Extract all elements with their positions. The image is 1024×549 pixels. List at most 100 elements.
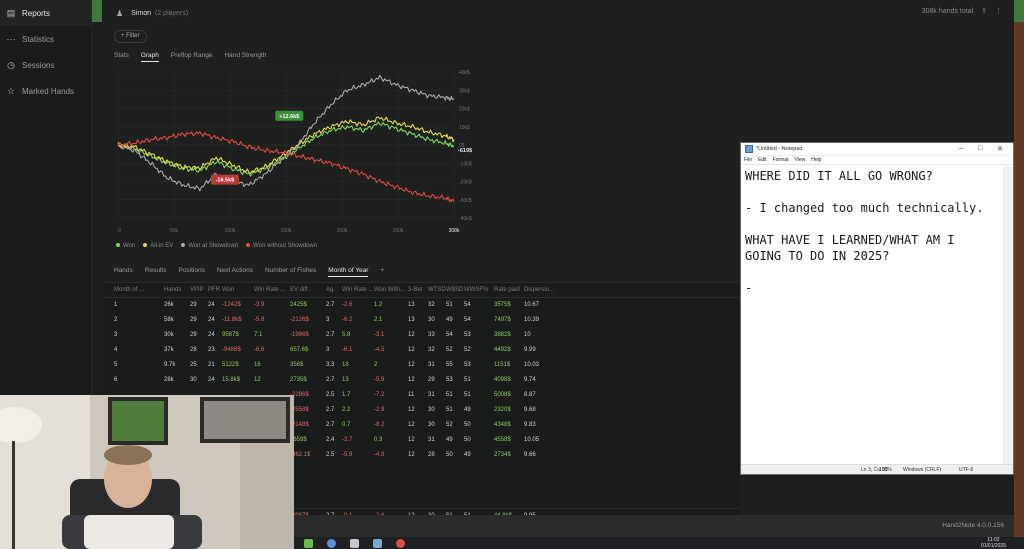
table-cell: 12 [408,377,415,383]
table-cell: 2.7 [326,332,335,338]
tab-stats[interactable]: Stats [114,52,129,62]
tab-hands[interactable]: Hands [114,267,133,277]
reports-icon: ▤ [6,8,16,18]
column-header[interactable]: Win Rate ... [254,283,285,298]
chart-legend: Won All-in EV Won at Showdown Won withou… [116,243,317,249]
notepad-scrollbar[interactable] [1003,166,1013,464]
tab-next-actions[interactable]: Next Actions [217,267,253,277]
table-cell: -3.9 [254,302,265,308]
table-cell: 12 [254,377,261,383]
player-name[interactable]: Simon [131,10,151,17]
table-cell: 24 [208,377,215,383]
table-cell: 29 [190,332,197,338]
table-cell: 9.7k [164,362,176,368]
column-header[interactable]: Rate paid [494,283,520,298]
column-header[interactable]: WTSD [428,283,446,298]
table-row[interactable]: 6 28k 30 24 15.8k$ 12 2735$ 2.7 13 -5.9 12 29 53 51 40… [104,373,740,388]
table-cell: 53 [464,362,471,368]
sidebar-item-label: Sessions [22,60,55,70]
sidebar-item-reports[interactable]: ▤ Reports [0,0,91,26]
tab-graph[interactable]: Graph [140,52,159,62]
column-header[interactable]: VPIP [190,283,204,298]
minimize-icon[interactable]: – [959,145,963,152]
table-cell: -9488$ [222,347,241,353]
tab-results[interactable]: Results [145,267,167,277]
column-header[interactable]: Won [222,283,234,298]
legend-swatch [116,243,120,248]
table-cell: -5.8 [254,317,265,323]
app-icon-browser[interactable] [327,539,336,548]
column-header[interactable]: Win Rate ... [342,283,373,298]
close-icon[interactable]: ✕ [997,145,1003,153]
table-row[interactable]: 4 37k 28 23 -9488$ -6.6 657.6$ 3 -6.1 -4.5 12 32 52 5… [104,343,740,358]
table-cell: 52 [464,347,471,353]
table-cell: 58k [164,317,174,323]
export-icon[interactable]: ⇪ [981,7,987,15]
column-header[interactable]: W$SD [446,283,463,298]
app-icon-hand2note[interactable] [304,539,313,548]
app-icon-chart[interactable] [350,539,359,548]
tab-preflop-range[interactable]: Preflop Range [171,52,213,62]
legend-won-at-showdown[interactable]: Won at Showdown [181,243,238,249]
table-cell: -2.9 [374,407,385,413]
app-icon-recorder[interactable] [396,539,405,548]
table-row[interactable]: 1 26k 29 24 -1242$ -3.9 2425$ 2.7 -2.6 1.2 13 32 51 5… [104,298,740,313]
column-header[interactable]: Hands [164,283,181,298]
tab-hand-strength[interactable]: Hand Strength [224,52,266,62]
column-header[interactable]: EV diff. [290,283,309,298]
maximize-icon[interactable]: □ [978,145,982,152]
table-cell: -7.2 [374,392,385,398]
player-count: (2 players) [155,9,189,17]
webcam-image [0,395,294,549]
tab-number-of-fishes[interactable]: Number of Fishes [265,267,316,277]
sidebar-item-statistics[interactable]: ⋯ Statistics [0,26,91,52]
column-header[interactable]: PFR [208,283,220,298]
menu-file[interactable]: File [744,156,752,164]
tab-positions[interactable]: Positions [178,267,204,277]
table-cell: 2.5 [326,392,335,398]
table-cell: 2425$ [290,302,307,308]
sidebar-item-sessions[interactable]: ◷ Sessions [0,52,91,78]
column-header[interactable]: Dispersio... [524,283,554,298]
player-icon[interactable]: ♟ [116,9,123,18]
table-cell: 10.39 [524,317,540,323]
table-cell: 5008$ [494,392,511,398]
table-cell: -1242$ [222,302,241,308]
filter-button[interactable]: + Filter [114,30,147,43]
menu-help[interactable]: Help [811,156,821,164]
table-cell: 4 [114,347,118,353]
menu-edit[interactable]: Edit [758,156,767,164]
table-cell: 50 [446,452,453,458]
app-icon-notepad[interactable] [373,539,382,548]
sidebar-item-marked-hands[interactable]: ☆ Marked Hands [0,78,91,104]
table-cell: 29 [190,302,197,308]
more-icon[interactable]: ⋮ [995,7,1002,15]
table-cell: 30 [428,407,435,413]
table-cell: 10.67 [524,302,540,308]
menu-view[interactable]: View [795,156,806,164]
table-row[interactable]: 3 30k 29 24 9587$ 7.1 -1986$ 2.7 5.8 -3.1 12 33 54 53… [104,328,740,343]
legend-all-in-ev[interactable]: All-in EV [143,243,173,249]
taskbar-clock[interactable]: 11:02 01/01/2025 [981,537,1006,549]
tab-month-of-year[interactable]: Month of Year [328,267,369,277]
notepad-titlebar[interactable]: *Untitled - Notepad – □ ✕ [741,143,1013,156]
notepad-text-area[interactable]: WHERE DID IT ALL GO WRONG? - I changed t… [745,168,1003,460]
column-header[interactable]: Month of ... [114,283,144,298]
table-cell: 2.7 [326,377,335,383]
table-cell: -6.2 [342,317,353,323]
winnings-graph[interactable]: 40k$30k$20k$10k$0$-10k$-20k$-30k$-40k$0 5… [114,66,484,238]
table-row[interactable]: 5 9.7k 25 21 5122$ 16 356$ 3.3 18 2 12 31 55 53 1151$ 1… [104,358,740,373]
table-row[interactable]: 2 58k 29 24 -11.8k$ -5.8 -2126$ 3 -6.2 2.1 13 30 49 5… [104,313,740,328]
table-cell: 50 [464,437,471,443]
column-header[interactable]: WWSF% [464,283,488,298]
column-header[interactable]: Won With... [374,283,405,298]
column-header[interactable]: Ag. [326,283,335,298]
legend-won[interactable]: Won [116,243,135,249]
table-cell: 52 [446,422,453,428]
x-tick-label: 100k [225,228,236,234]
add-tab-button[interactable]: + [380,267,384,277]
menu-format[interactable]: Format [773,156,789,164]
legend-won-without-showdown[interactable]: Won without Showdown [246,243,317,249]
table-cell: 3575$ [494,302,511,308]
column-header[interactable]: 3-Bet [408,283,422,298]
